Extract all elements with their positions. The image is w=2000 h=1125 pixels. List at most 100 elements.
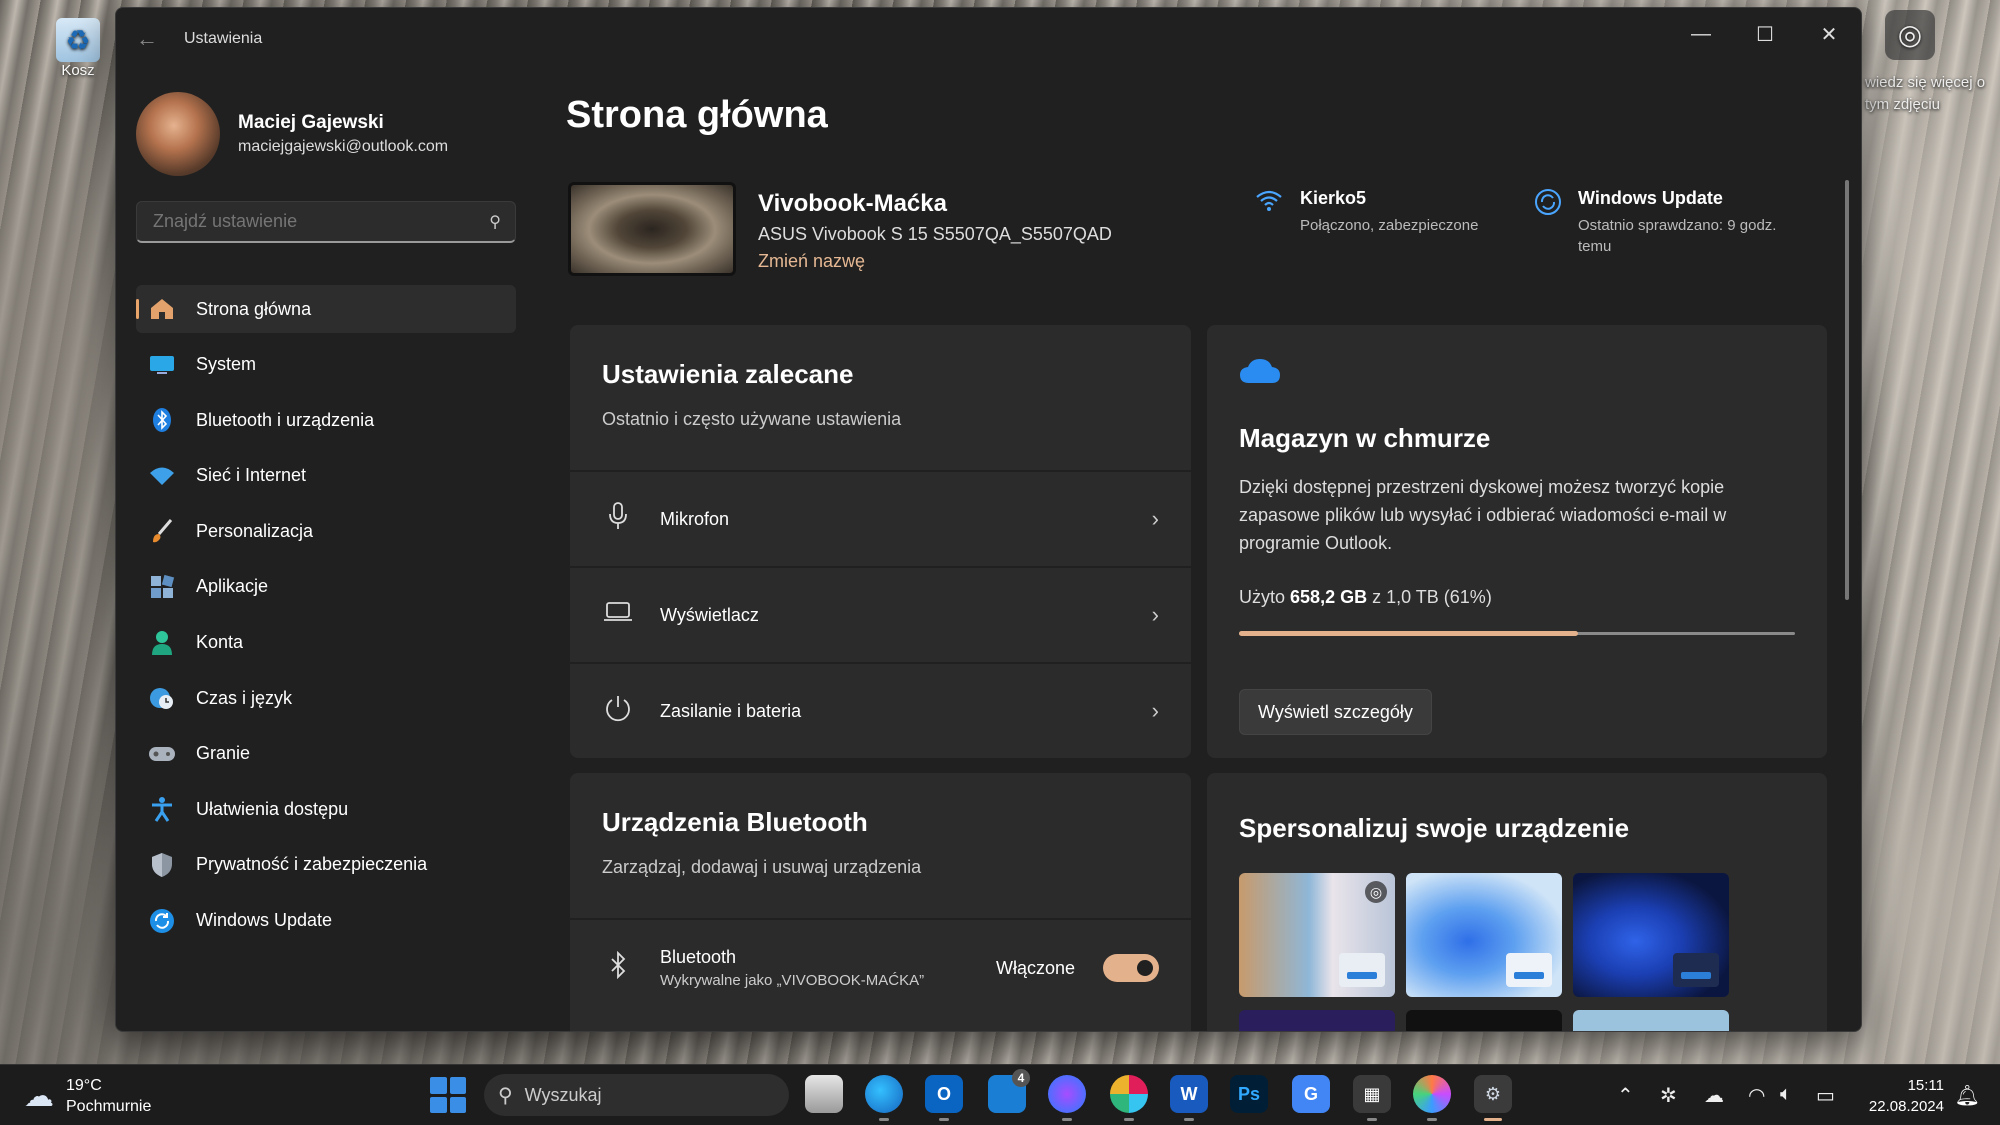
chevron-right-icon: › <box>1151 602 1159 627</box>
sidebar-item-windows-update[interactable]: Windows Update <box>136 897 516 945</box>
theme-thumbnail-dark[interactable] <box>1573 873 1729 997</box>
theme-thumbnail-light[interactable] <box>1406 873 1562 997</box>
sidebar-item-system[interactable]: System <box>136 341 516 389</box>
usage-value: 658,2 GB <box>1290 587 1368 607</box>
search-icon: ⚲ <box>498 1084 513 1107</box>
google-translate-icon[interactable]: G <box>1292 1075 1330 1113</box>
sidebar-item-network[interactable]: Sieć i Internet <box>136 452 516 500</box>
edge-icon[interactable] <box>865 1075 903 1121</box>
power-icon <box>602 694 634 729</box>
sidebar-item-accounts[interactable]: Konta <box>136 619 516 667</box>
device-model: ASUS Vivobook S 15 S5507QA_S5507QAD <box>758 224 1112 244</box>
recycle-bin-icon: ♻ <box>56 18 100 62</box>
minimize-button[interactable]: — <box>1669 8 1733 60</box>
mail-icon[interactable]: 4 <box>988 1069 1030 1113</box>
card-title: Magazyn w chmurze <box>1239 423 1491 453</box>
sidebar-item-label: Konta <box>196 632 244 653</box>
settings-search-box[interactable]: ⚲ <box>136 201 516 243</box>
close-button[interactable]: ✕ <box>1797 8 1861 60</box>
theme-thumbnail-row2-1[interactable] <box>1239 1010 1395 1031</box>
notification-bell-icon[interactable]: 🔔︎ <box>1955 1083 1980 1108</box>
avatar <box>136 92 220 176</box>
sidebar-item-time-language[interactable]: Czas i język <box>136 674 516 722</box>
user-profile[interactable]: Maciej Gajewski maciejgajewski@outlook.c… <box>136 92 448 176</box>
sidebar-item-label: Strona główna <box>196 298 312 319</box>
rename-link[interactable]: Zmień nazwę <box>758 251 1112 272</box>
recommended-row-power[interactable]: Zasilanie i bateria › <box>570 662 1191 758</box>
update-title: Windows Update <box>1578 188 1723 208</box>
theme-thumbnail-row2-3[interactable] <box>1573 1010 1729 1031</box>
storage-progress-fill <box>1239 631 1579 636</box>
recommended-settings-card: Ustawienia zalecane Ostatnio i często uż… <box>570 325 1191 758</box>
messenger-icon[interactable] <box>1048 1075 1086 1121</box>
person-icon <box>148 629 176 657</box>
app-tray-icon[interactable]: ✲ <box>1660 1083 1677 1108</box>
shield-icon <box>148 851 176 879</box>
theme-thumbnail-row2-2[interactable] <box>1406 1010 1562 1031</box>
slack-icon[interactable] <box>1110 1075 1148 1121</box>
sidebar-item-label: Windows Update <box>196 910 333 931</box>
sidebar-item-gaming[interactable]: Granie <box>136 730 516 778</box>
bluetooth-toggle[interactable] <box>1103 954 1159 982</box>
page-title: Strona główna <box>566 94 828 136</box>
calculator-icon[interactable]: ▦ <box>1353 1075 1391 1121</box>
card-title: Urządzenia Bluetooth <box>602 807 868 837</box>
copilot-icon[interactable] <box>1413 1075 1451 1121</box>
chevron-up-icon[interactable]: ⌃ <box>1617 1083 1634 1108</box>
scrollbar[interactable] <box>1845 180 1849 600</box>
weather-temperature: 19°C <box>66 1077 102 1094</box>
monitor-icon <box>148 351 176 379</box>
apps-icon <box>148 573 176 601</box>
accessibility-icon <box>148 795 176 823</box>
outlook-icon[interactable]: O <box>925 1075 963 1121</box>
task-view-icon[interactable] <box>805 1075 843 1113</box>
card-title: Spersonalizuj swoje urządzenie <box>1239 813 1630 843</box>
wifi-status[interactable]: Kierko5 Połączono, zabezpieczone <box>1254 188 1478 236</box>
search-icon: ⚲ <box>489 213 501 231</box>
update-status[interactable]: Windows Update Ostatnio sprawdzano: 9 go… <box>1534 188 1784 257</box>
onedrive-tray-icon[interactable]: ☁ <box>1704 1083 1724 1108</box>
camera-icon: ◎ <box>1365 881 1387 903</box>
sidebar-item-label: Czas i język <box>196 687 293 708</box>
settings-gear-icon[interactable]: ⚙ <box>1474 1075 1512 1121</box>
sidebar-item-bluetooth[interactable]: Bluetooth i urządzenia <box>136 396 516 444</box>
sidebar-item-home[interactable]: Strona główna <box>136 285 516 333</box>
start-button[interactable] <box>430 1077 466 1113</box>
settings-search-input[interactable] <box>151 210 490 233</box>
back-arrow-icon[interactable]: ← <box>136 26 166 52</box>
view-details-button[interactable]: Wyświetl szczegóły <box>1239 689 1432 735</box>
volume-icon[interactable]: 🔈︎ <box>1780 1083 1792 1106</box>
recommended-row-display[interactable]: Wyświetlacz › <box>570 566 1191 662</box>
maximize-button[interactable]: ☐ <box>1733 8 1797 60</box>
card-subtitle: Zarządzaj, dodawaj i usuwaj urządzenia <box>602 857 922 877</box>
sidebar-item-personalization[interactable]: Personalizacja <box>136 507 516 555</box>
wifi-network-status: Połączono, zabezpieczone <box>1300 217 1479 234</box>
row-label: Zasilanie i bateria <box>660 700 802 721</box>
device-wallpaper-thumbnail[interactable] <box>568 182 736 276</box>
clock[interactable]: 15:11 22.08.2024 <box>1869 1075 1944 1117</box>
chevron-right-icon: › <box>1151 506 1159 531</box>
weather-widget[interactable]: ☁ 19°C Pochmurnie <box>24 1075 151 1117</box>
sidebar-item-accessibility[interactable]: Ułatwienia dostępu <box>136 785 516 833</box>
wifi-tray-icon[interactable]: ◠ <box>1748 1083 1765 1108</box>
taskbar-search[interactable]: ⚲ Wyszukaj <box>484 1074 789 1116</box>
sidebar-item-apps[interactable]: Aplikacje <box>136 563 516 611</box>
profile-name: Maciej Gajewski <box>238 112 384 133</box>
word-icon[interactable]: W <box>1170 1075 1208 1121</box>
battery-icon[interactable]: ▭ <box>1816 1083 1835 1108</box>
window-title: Ustawienia <box>184 30 263 47</box>
brush-icon <box>148 517 176 545</box>
clock-date: 22.08.2024 <box>1868 1098 1944 1115</box>
sidebar-item-label: Granie <box>196 743 251 764</box>
sidebar-item-label: Prywatność i zabezpieczenia <box>196 854 428 875</box>
theme-thumbnail-spotlight[interactable]: ◎ <box>1239 873 1395 997</box>
spotlight-learn-more[interactable]: ◎ wiedz się więcej o tym zdjęciu <box>1865 10 2000 116</box>
card-subtitle: Ostatnio i często używane ustawienia <box>602 409 902 429</box>
photoshop-icon[interactable]: Ps <box>1230 1075 1268 1113</box>
main-content: Strona główna Vivobook-Maćka ASUS Vivobo… <box>536 70 1849 1031</box>
recycle-bin-desktop-icon[interactable]: ♻ Kosz <box>38 18 118 79</box>
sidebar-item-privacy[interactable]: Prywatność i zabezpieczenia <box>136 841 516 889</box>
recommended-row-microphone[interactable]: Mikrofon › <box>570 470 1191 566</box>
update-icon <box>148 907 176 935</box>
taskbar: ☁ 19°C Pochmurnie ⚲ Wyszukaj O 4 W Ps G … <box>0 1064 2000 1125</box>
